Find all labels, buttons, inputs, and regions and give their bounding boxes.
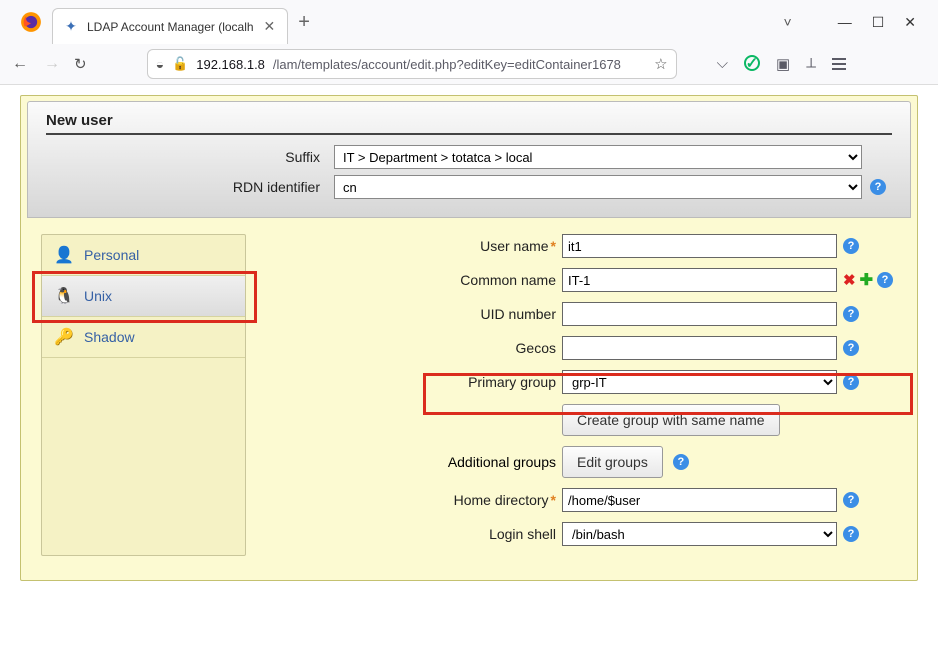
edit-groups-button[interactable]: Edit groups bbox=[562, 446, 663, 478]
help-icon[interactable]: ? bbox=[843, 492, 859, 508]
help-icon[interactable]: ? bbox=[843, 374, 859, 390]
tabs-chevron-icon[interactable]: ˅ bbox=[784, 14, 792, 31]
tab-personal-label: Personal bbox=[84, 247, 139, 263]
unix-tux-icon: 🐧 bbox=[54, 286, 74, 306]
add-value-icon[interactable]: ✚ bbox=[860, 270, 873, 290]
forward-button: → bbox=[44, 55, 60, 73]
help-icon[interactable]: ? bbox=[843, 306, 859, 322]
window-minimize-icon[interactable]: — bbox=[838, 14, 852, 31]
tab-unix-label: Unix bbox=[84, 288, 112, 304]
help-icon[interactable]: ? bbox=[843, 340, 859, 356]
window-maximize-icon[interactable]: ☐ bbox=[872, 14, 885, 31]
pocket-icon[interactable]: ⌵ bbox=[717, 55, 728, 73]
menu-hamburger-icon[interactable] bbox=[832, 55, 846, 73]
shadow-key-icon: 🔑 bbox=[54, 327, 74, 347]
back-button[interactable]: ← bbox=[12, 55, 28, 73]
homedir-label: Home directory* bbox=[396, 492, 556, 508]
loginshell-label: Login shell bbox=[396, 526, 556, 542]
help-icon[interactable]: ? bbox=[877, 272, 893, 288]
browser-tab[interactable]: ✦ LDAP Account Manager (localh ✕ bbox=[52, 8, 288, 44]
help-icon[interactable]: ? bbox=[843, 238, 859, 254]
gecos-label: Gecos bbox=[396, 340, 556, 356]
url-host: 192.168.1.8 bbox=[196, 57, 265, 72]
uid-input[interactable] bbox=[562, 302, 837, 326]
help-icon[interactable]: ? bbox=[673, 454, 689, 470]
grammarly-icon[interactable]: ✓ bbox=[744, 55, 760, 71]
suffix-label: Suffix bbox=[46, 149, 326, 165]
picture-icon[interactable]: ▣ bbox=[776, 55, 790, 73]
tab-unix[interactable]: 🐧 Unix bbox=[42, 276, 245, 317]
username-label: User name* bbox=[396, 238, 556, 254]
module-tabs: 👤 Personal 🐧 Unix 🔑 Shadow bbox=[41, 234, 246, 556]
personal-icon: 👤 bbox=[54, 245, 74, 265]
primarygroup-select[interactable]: grp-IT bbox=[562, 370, 837, 394]
firefox-logo-icon bbox=[20, 11, 42, 33]
url-bar[interactable]: ◒ 🔓 192.168.1.8 /lam/templates/account/e… bbox=[147, 49, 677, 79]
insecure-lock-icon[interactable]: 🔓 bbox=[172, 56, 188, 72]
homedir-input[interactable] bbox=[562, 488, 837, 512]
new-user-header: New user Suffix IT > Department > totatc… bbox=[27, 101, 911, 218]
shield-icon[interactable]: ◒ bbox=[156, 56, 164, 72]
rdn-select[interactable]: cn bbox=[334, 175, 862, 199]
extensions-icon[interactable]: ⟂ bbox=[806, 55, 816, 73]
help-icon[interactable]: ? bbox=[870, 179, 886, 195]
tab-title: LDAP Account Manager (localh bbox=[87, 20, 254, 34]
additionalgroups-label: Additional groups bbox=[396, 454, 556, 470]
commonname-input[interactable] bbox=[562, 268, 837, 292]
loginshell-select[interactable]: /bin/bash bbox=[562, 522, 837, 546]
page-title: New user bbox=[46, 112, 892, 135]
tab-shadow-label: Shadow bbox=[84, 329, 135, 345]
tab-personal[interactable]: 👤 Personal bbox=[42, 235, 245, 276]
suffix-select[interactable]: IT > Department > totatca > local bbox=[334, 145, 862, 169]
primarygroup-label: Primary group bbox=[396, 374, 556, 390]
tab-close-icon[interactable]: ✕ bbox=[262, 18, 278, 35]
uid-label: UID number bbox=[396, 306, 556, 322]
commonname-label: Common name bbox=[396, 272, 556, 288]
create-group-button[interactable]: Create group with same name bbox=[562, 404, 780, 436]
rdn-label: RDN identifier bbox=[46, 179, 326, 195]
help-icon[interactable]: ? bbox=[843, 526, 859, 542]
refresh-button[interactable]: ↻ bbox=[74, 55, 87, 73]
remove-value-icon[interactable]: ✖ bbox=[843, 271, 856, 289]
url-path: /lam/templates/account/edit.php?editKey=… bbox=[273, 57, 646, 72]
window-close-icon[interactable]: ✕ bbox=[904, 14, 916, 31]
tab-shadow[interactable]: 🔑 Shadow bbox=[42, 317, 245, 358]
bookmark-star-icon[interactable]: ☆ bbox=[654, 55, 667, 73]
username-input[interactable] bbox=[562, 234, 837, 258]
lam-favicon-icon: ✦ bbox=[63, 19, 79, 35]
new-tab-button[interactable]: + bbox=[298, 11, 310, 34]
gecos-input[interactable] bbox=[562, 336, 837, 360]
